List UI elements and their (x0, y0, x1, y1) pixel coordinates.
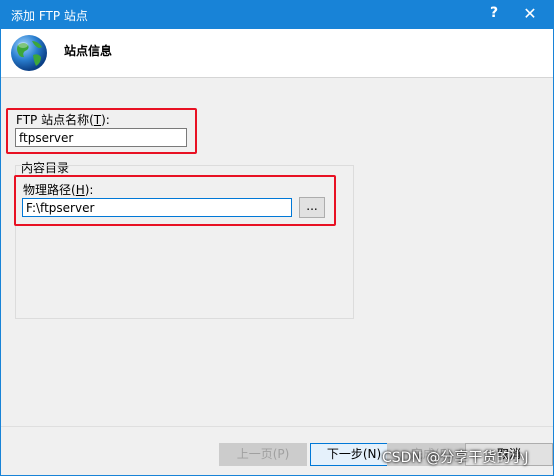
add-ftp-site-dialog: 添加 FTP 站点 ? ✕ 站点信息 FTP 站点名称(T): ftpserve… (0, 0, 554, 476)
title-bar[interactable]: 添加 FTP 站点 ? ✕ (1, 1, 553, 29)
physical-path-label: 物理路径(H): (23, 181, 93, 198)
globe-icon (8, 31, 52, 78)
physical-path-accesskey: H (75, 183, 85, 197)
wizard-header: 站点信息 (1, 29, 553, 78)
page-title: 站点信息 (64, 44, 113, 58)
help-button[interactable]: ? (483, 5, 505, 25)
previous-button[interactable]: 上一页(P) (219, 443, 307, 466)
watermark-text: CSDN @分享干货的小J (382, 450, 529, 466)
wizard-body: FTP 站点名称(T): ftpserver 内容目录 物理路径(H): F:\… (1, 78, 553, 426)
close-button[interactable]: ✕ (513, 4, 547, 26)
site-name-label-suffix: ): (101, 113, 110, 127)
browse-button[interactable]: ... (299, 197, 325, 218)
physical-path-label-text: 物理路径( (23, 183, 76, 197)
site-name-field[interactable]: ftpserver (15, 128, 187, 147)
site-name-label: FTP 站点名称(T): (16, 111, 110, 128)
physical-path-label-suffix: ): (84, 183, 94, 197)
site-name-accesskey: T (93, 113, 102, 127)
physical-path-field[interactable]: F:\ftpserver (22, 198, 292, 217)
site-name-label-text: FTP 站点名称( (16, 113, 94, 127)
window-title: 添加 FTP 站点 (11, 9, 88, 23)
